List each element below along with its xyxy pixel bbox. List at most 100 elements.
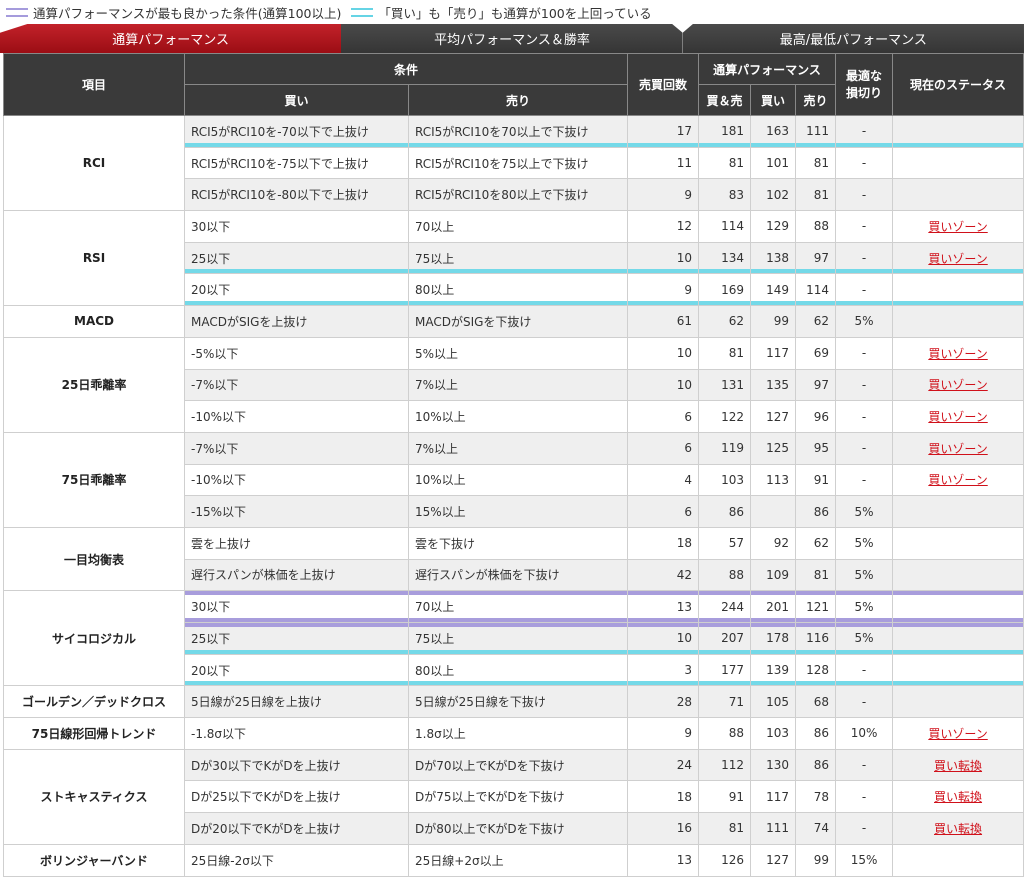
status-link[interactable]: 買いゾーン bbox=[928, 727, 987, 741]
header-stop-loss: 最適な 損切り bbox=[835, 53, 894, 116]
sell-condition: Dが80以上でKがDを下抜け bbox=[407, 812, 629, 845]
table-row: ボリンジャーバンド 25日線-2σ以下 25日線+2σ以上 13 126 127… bbox=[3, 843, 1024, 877]
indicator-name: ストキャスティクス bbox=[3, 748, 185, 845]
header-sell: 売り bbox=[407, 84, 629, 116]
perf-sell: 81 bbox=[795, 146, 837, 180]
table-row: 75日乖離率 -7%以下 7%以上 6 119 125 95 - 買いゾーン bbox=[3, 431, 1024, 528]
indicator-name: 75日線形回帰トレンド bbox=[3, 717, 185, 750]
table-row: ゴールデン／デッドクロス 5日線が25日線を上抜け 5日線が25日線を下抜け 2… bbox=[3, 685, 1024, 719]
buy-condition: 25以下 bbox=[184, 622, 409, 655]
status: 買いゾーン bbox=[892, 400, 1024, 433]
perf-both: 91 bbox=[698, 780, 752, 814]
tab-max-min-performance[interactable]: 最高/最低パフォーマンス bbox=[682, 24, 1024, 53]
sell-condition: 5%以上 bbox=[407, 336, 629, 370]
status: 買いゾーン bbox=[892, 210, 1024, 243]
perf-both: 62 bbox=[698, 305, 752, 338]
buy-condition: -10%以下 bbox=[184, 463, 409, 497]
status-link[interactable]: 買いゾーン bbox=[928, 473, 987, 487]
perf-sell: 81 bbox=[795, 178, 837, 212]
sell-condition: 75以上 bbox=[407, 622, 629, 655]
buy-condition: -7%以下 bbox=[184, 368, 409, 402]
perf-buy: 149 bbox=[750, 273, 797, 307]
status-link[interactable]: 買い転換 bbox=[934, 759, 982, 773]
status: 買いゾーン bbox=[892, 368, 1024, 402]
perf-both: 122 bbox=[698, 400, 752, 433]
trade-count: 28 bbox=[627, 685, 700, 719]
perf-sell: 62 bbox=[795, 305, 837, 338]
stop-loss: - bbox=[835, 748, 894, 782]
status: 買いゾーン bbox=[892, 336, 1024, 370]
perf-buy: 163 bbox=[750, 115, 797, 148]
buy-condition: 雲を上抜け bbox=[184, 526, 409, 560]
tab-average-performance[interactable]: 平均パフォーマンス＆勝率 bbox=[333, 24, 683, 53]
status: 買いゾーン bbox=[892, 241, 1024, 275]
stop-loss: 5% bbox=[835, 495, 894, 528]
tab-bar: 通算パフォーマンス 平均パフォーマンス＆勝率 最高/最低パフォーマンス bbox=[0, 24, 1024, 53]
indicator-name: MACD bbox=[3, 305, 185, 338]
stop-loss: - bbox=[835, 368, 894, 402]
status-link[interactable]: 買いゾーン bbox=[928, 410, 987, 424]
trade-count: 9 bbox=[627, 273, 700, 307]
status bbox=[892, 622, 1024, 655]
stop-loss: - bbox=[835, 463, 894, 497]
perf-buy: 127 bbox=[750, 843, 797, 877]
sell-condition: RCI5がRCI10を75以上で下抜け bbox=[407, 146, 629, 180]
legend: 通算パフォーマンスが最も良かった条件(通算100以上) 「買い」も「売り」も通算… bbox=[0, 0, 1024, 24]
stop-loss: - bbox=[835, 241, 894, 275]
buy-condition: 25以下 bbox=[184, 241, 409, 275]
tab-total-performance[interactable]: 通算パフォーマンス bbox=[0, 24, 342, 53]
status-link[interactable]: 買いゾーン bbox=[928, 442, 987, 456]
perf-sell: 99 bbox=[795, 843, 837, 877]
perf-both: 81 bbox=[698, 336, 752, 370]
table-row: 一目均衡表 雲を上抜け 雲を下抜け 18 57 92 62 5% bbox=[3, 526, 1024, 592]
sell-condition: RCI5がRCI10を70以上で下抜け bbox=[407, 115, 629, 148]
perf-both: 134 bbox=[698, 241, 752, 275]
trade-count: 9 bbox=[627, 717, 700, 750]
perf-both: 181 bbox=[698, 115, 752, 148]
perf-both: 103 bbox=[698, 463, 752, 497]
header-perf-buy: 買い bbox=[750, 84, 797, 116]
header-stop-line2: 損切り bbox=[846, 85, 883, 100]
sell-condition: 7%以上 bbox=[407, 368, 629, 402]
status-link[interactable]: 買い転換 bbox=[934, 822, 982, 836]
perf-both: 88 bbox=[698, 558, 752, 592]
header-performance: 通算パフォーマンス bbox=[698, 53, 837, 85]
buy-condition: 25日線-2σ以下 bbox=[184, 843, 409, 877]
status bbox=[892, 495, 1024, 528]
indicator-name: RSI bbox=[3, 210, 185, 307]
trade-count: 24 bbox=[627, 748, 700, 782]
perf-sell: 88 bbox=[795, 210, 837, 243]
indicator-name: 一目均衡表 bbox=[3, 526, 185, 592]
stop-loss: 5% bbox=[835, 622, 894, 655]
trade-count: 10 bbox=[627, 368, 700, 402]
status bbox=[892, 526, 1024, 560]
status-link[interactable]: 買いゾーン bbox=[928, 347, 987, 361]
stop-loss: - bbox=[835, 431, 894, 465]
status-link[interactable]: 買いゾーン bbox=[928, 220, 987, 234]
perf-both: 126 bbox=[698, 843, 752, 877]
status-link[interactable]: 買いゾーン bbox=[928, 378, 987, 392]
perf-both: 207 bbox=[698, 622, 752, 655]
indicator-name: 75日乖離率 bbox=[3, 431, 185, 528]
buy-condition: 30以下 bbox=[184, 210, 409, 243]
stop-loss: - bbox=[835, 178, 894, 212]
perf-both: 71 bbox=[698, 685, 752, 719]
sell-condition: 25日線+2σ以上 bbox=[407, 843, 629, 877]
perf-sell: 78 bbox=[795, 780, 837, 814]
trade-count: 13 bbox=[627, 843, 700, 877]
buy-condition: 5日線が25日線を上抜け bbox=[184, 685, 409, 719]
indicator-name: RCI bbox=[3, 114, 185, 212]
sell-condition: 5日線が25日線を下抜け bbox=[407, 685, 629, 719]
perf-buy: 101 bbox=[750, 146, 797, 180]
buy-condition: 20以下 bbox=[184, 653, 409, 687]
perf-sell: 128 bbox=[795, 653, 837, 687]
perf-sell: 96 bbox=[795, 400, 837, 433]
trade-count: 6 bbox=[627, 400, 700, 433]
trade-count: 10 bbox=[627, 336, 700, 370]
status-link[interactable]: 買いゾーン bbox=[928, 252, 987, 266]
perf-both: 81 bbox=[698, 146, 752, 180]
trade-count: 6 bbox=[627, 431, 700, 465]
status-link[interactable]: 買い転換 bbox=[934, 790, 982, 804]
buy-condition: Dが30以下でKがDを上抜け bbox=[184, 748, 409, 782]
trade-count: 11 bbox=[627, 146, 700, 180]
